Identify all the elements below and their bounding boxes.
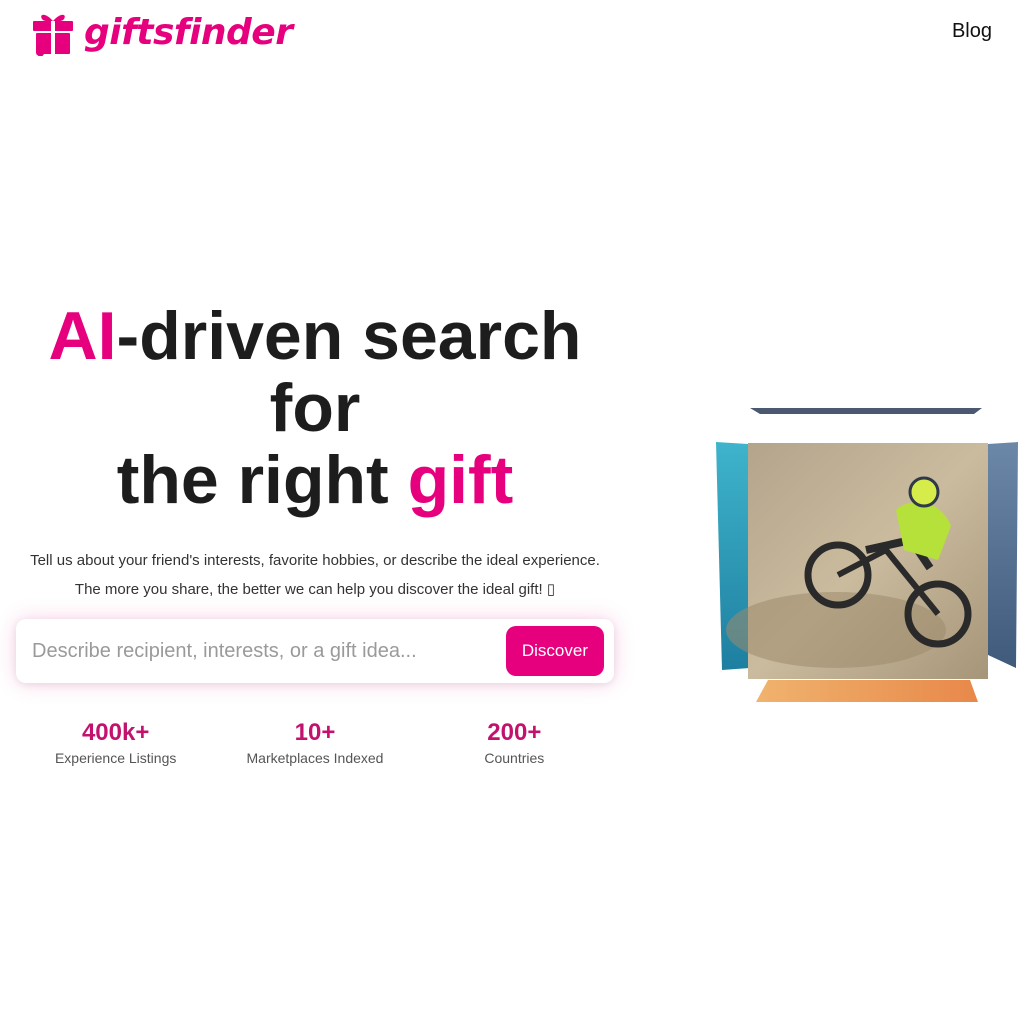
stat-label: Experience Listings [54,750,177,766]
hero-section: AI-driven search for the right gift Tell… [16,300,614,604]
cube-right-face [986,442,1018,668]
stat-label: Marketplaces Indexed [246,750,384,766]
cube-top-face [750,408,982,414]
title-part-1: -driven search for [116,298,582,446]
logo[interactable]: giftsfinder [32,8,293,56]
stat-experience-listings: 400k+ Experience Listings [16,718,215,766]
stats: 400k+ Experience Listings 10+ Marketplac… [16,718,614,766]
search-input[interactable] [16,638,506,664]
rotating-photo-cube [716,408,1018,702]
brand-name: giftsfinder [84,11,293,53]
stat-marketplaces: 10+ Marketplaces Indexed [215,718,414,766]
gift-box-icon [33,14,73,56]
stat-label: Countries [484,750,545,766]
stat-value: 400k+ [81,719,150,746]
cube-bottom-face [756,680,978,702]
title-part-2: the right [116,442,408,518]
blog-link[interactable]: Blog [952,20,992,43]
stat-value: 200+ [487,719,542,746]
hero-title: AI-driven search for the right gift [16,300,614,516]
discover-button[interactable]: Discover [505,626,604,676]
title-accent-gift: gift [407,442,514,518]
hero-subtitle: Tell us about your friend's interests, f… [30,552,600,598]
stat-countries: 200+ Countries [415,718,614,766]
search-bar: Discover [16,619,614,683]
title-accent-ai: AI [48,298,117,374]
stat-value: 10+ [294,719,336,746]
